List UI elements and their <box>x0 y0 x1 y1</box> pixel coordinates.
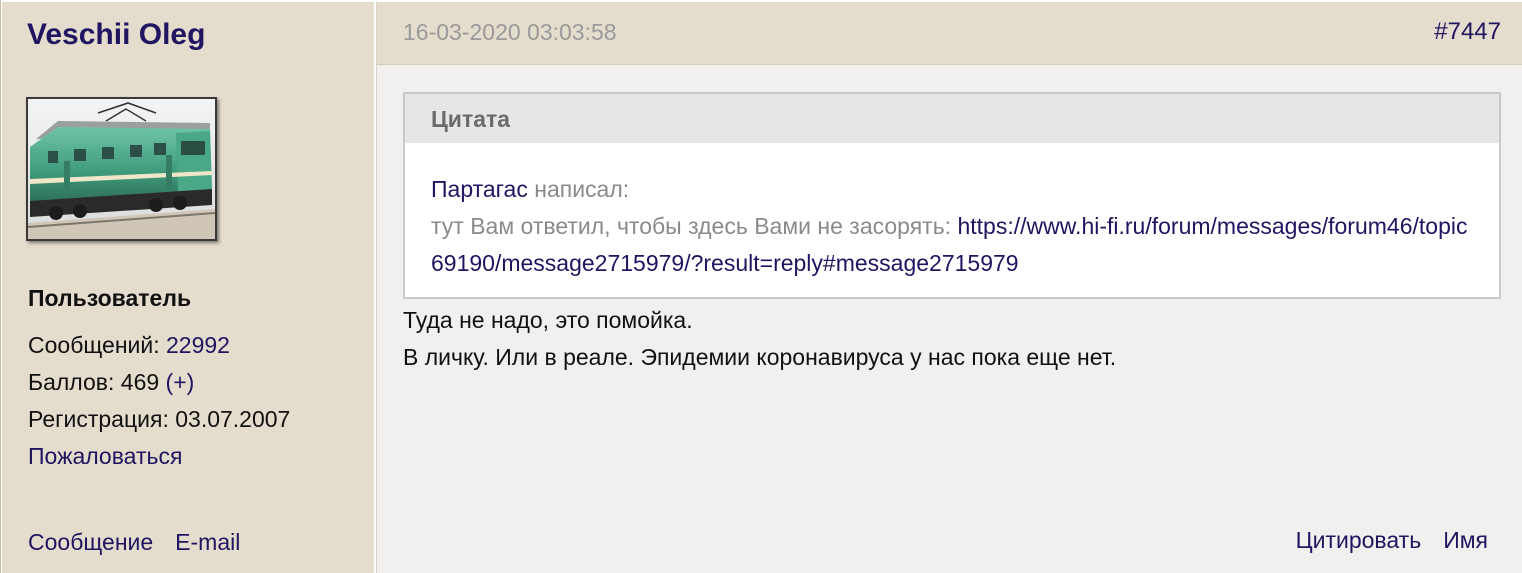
post-header: 16-03-2020 03:03:58 #7447 <box>377 2 1522 65</box>
report-link[interactable]: Пожаловаться <box>28 443 182 470</box>
messages-label: Сообщений: <box>28 332 166 358</box>
author-actions: Сообщение E-mail <box>28 529 240 556</box>
message-line: В личку. Или в реале. Эпидемии коронавир… <box>403 344 1117 370</box>
forum-post: Veschii Oleg Пользователь Сообщений: 229… <box>0 0 1522 573</box>
quote-text-label: тут Вам ответил, чтобы здесь Вами не зас… <box>431 213 958 239</box>
post-date: 16-03-2020 03:03:58 <box>403 19 617 45</box>
registration-date: Регистрация: 03.07.2007 <box>28 406 291 432</box>
private-message-link[interactable]: Сообщение <box>28 529 153 555</box>
post-content: 16-03-2020 03:03:58 #7447 Цитата Партага… <box>376 2 1522 573</box>
quote-wrote-label: написал: <box>527 176 630 202</box>
quote-body: Партагас написал: тут Вам ответил, чтобы… <box>405 143 1499 282</box>
user-role: Пользователь <box>28 285 192 311</box>
quote-author-link[interactable]: Партагас <box>431 176 528 202</box>
quote-button[interactable]: Цитировать <box>1296 527 1422 553</box>
author-panel: Veschii Oleg Пользователь Сообщений: 229… <box>2 2 374 573</box>
author-name-link[interactable]: Veschii Oleg <box>27 18 205 52</box>
messages-count-link[interactable]: 22992 <box>166 332 230 358</box>
quote-attribution: Партагас написал: <box>431 171 1469 208</box>
score-label: Баллов: 469 <box>28 369 166 395</box>
email-link[interactable]: E-mail <box>175 529 240 555</box>
electric-locomotive-avatar <box>26 97 217 241</box>
messages-stat: Сообщений: 22992 <box>28 332 230 359</box>
quote-title: Цитата <box>405 94 1499 143</box>
name-button[interactable]: Имя <box>1443 527 1488 553</box>
score-stat: Баллов: 469 (+) <box>28 369 194 396</box>
score-plus-link[interactable]: (+) <box>166 369 195 395</box>
quote-text: тут Вам ответил, чтобы здесь Вами не зас… <box>431 208 1469 282</box>
post-number-link[interactable]: #7447 <box>1434 18 1501 46</box>
quote-block: Цитата Партагас написал: тут Вам ответил… <box>403 92 1501 299</box>
post-actions: Цитировать Имя <box>1296 527 1488 554</box>
message-line: Туда не надо, это помойка. <box>403 307 693 333</box>
